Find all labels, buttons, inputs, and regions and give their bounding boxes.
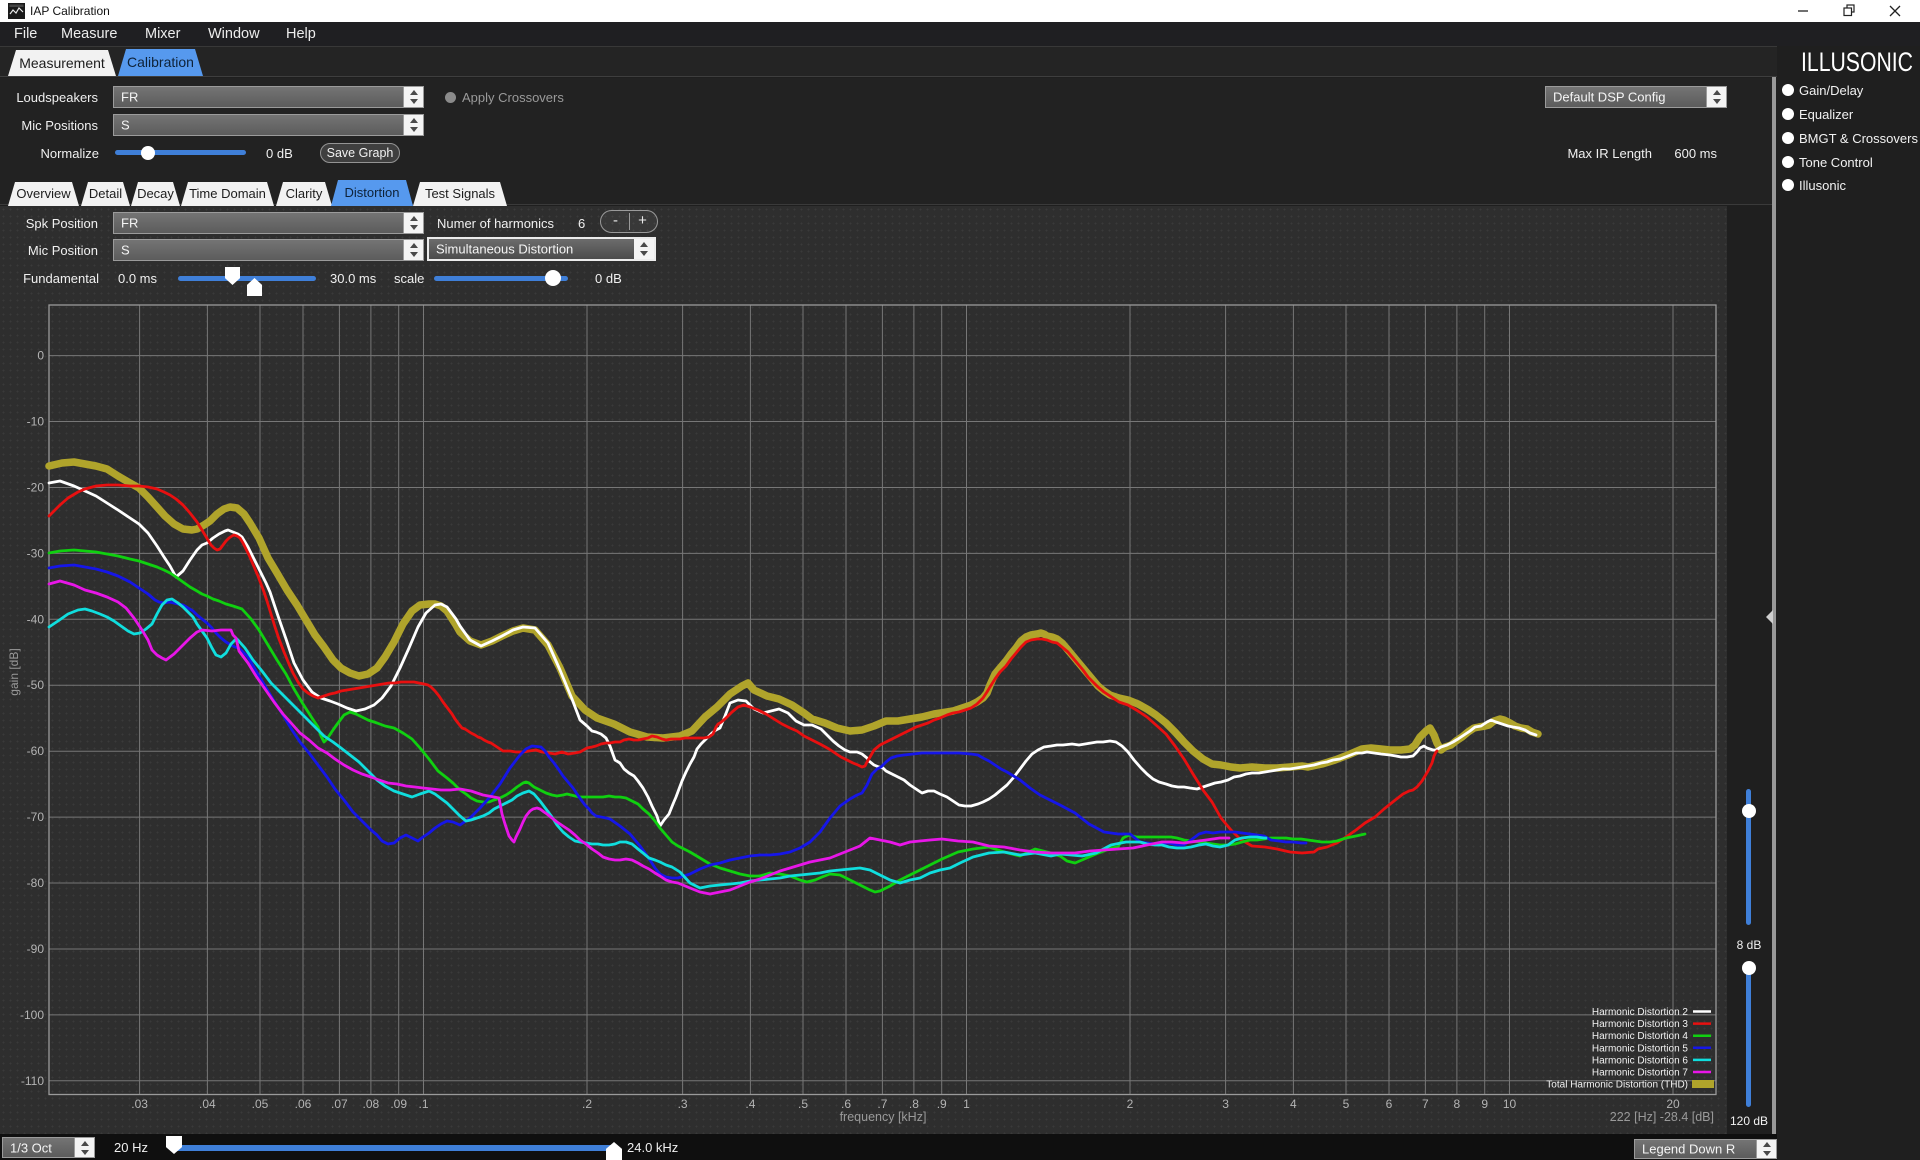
svg-text:Harmonic Distortion 7: Harmonic Distortion 7 (1592, 1068, 1689, 1079)
svg-text:-80: -80 (27, 876, 45, 890)
svg-text:8: 8 (1454, 1097, 1461, 1111)
svg-text:ILLUSONIC: ILLUSONIC (1801, 47, 1913, 76)
svg-text:20: 20 (1666, 1097, 1680, 1111)
svg-text:.06: .06 (295, 1097, 312, 1111)
svg-text:2: 2 (1127, 1097, 1134, 1111)
svg-text:frequency [kHz]: frequency [kHz] (840, 1110, 927, 1124)
svg-text:.2: .2 (582, 1097, 592, 1111)
svg-text:.07: .07 (331, 1097, 348, 1111)
svg-text:-70: -70 (27, 810, 45, 824)
svg-text:-60: -60 (27, 744, 45, 758)
svg-text:-30: -30 (27, 546, 45, 560)
svg-text:.03: .03 (131, 1097, 148, 1111)
svg-text:-20: -20 (27, 481, 45, 495)
svg-text:-40: -40 (27, 612, 45, 626)
svg-text:4: 4 (1290, 1097, 1297, 1111)
svg-text:.6: .6 (841, 1097, 851, 1111)
svg-text:-100: -100 (20, 1008, 44, 1022)
svg-text:.04: .04 (199, 1097, 216, 1111)
svg-text:Harmonic Distortion 3: Harmonic Distortion 3 (1592, 1019, 1689, 1030)
svg-text:-50: -50 (27, 678, 45, 692)
svg-text:5: 5 (1343, 1097, 1350, 1111)
svg-text:.05: .05 (252, 1097, 269, 1111)
svg-text:222 [Hz] -28.4 [dB]: 222 [Hz] -28.4 [dB] (1610, 1110, 1714, 1124)
svg-text:0: 0 (37, 349, 44, 363)
svg-text:6: 6 (1386, 1097, 1393, 1111)
svg-text:.09: .09 (390, 1097, 407, 1111)
svg-text:.7: .7 (877, 1097, 887, 1111)
svg-text:.1: .1 (418, 1097, 428, 1111)
svg-text:7: 7 (1422, 1097, 1429, 1111)
svg-text:-90: -90 (27, 942, 45, 956)
svg-text:9: 9 (1481, 1097, 1488, 1111)
svg-text:10: 10 (1503, 1097, 1517, 1111)
svg-text:.8: .8 (909, 1097, 919, 1111)
svg-text:.9: .9 (937, 1097, 947, 1111)
svg-text:1: 1 (963, 1097, 970, 1111)
svg-text:Harmonic Distortion 4: Harmonic Distortion 4 (1592, 1031, 1689, 1042)
svg-text:Harmonic Distortion 2: Harmonic Distortion 2 (1592, 1007, 1689, 1018)
svg-text:.5: .5 (798, 1097, 808, 1111)
svg-text:3: 3 (1222, 1097, 1229, 1111)
svg-text:Total Harmonic Distortion (THD: Total Harmonic Distortion (THD) (1546, 1080, 1688, 1091)
svg-text:Harmonic Distortion 5: Harmonic Distortion 5 (1592, 1043, 1689, 1054)
svg-text:-10: -10 (27, 415, 45, 429)
svg-text:.4: .4 (745, 1097, 755, 1111)
svg-text:Harmonic Distortion 6: Harmonic Distortion 6 (1592, 1055, 1689, 1066)
svg-text:gain [dB]: gain [dB] (7, 648, 21, 695)
svg-text:.08: .08 (363, 1097, 380, 1111)
svg-text:-110: -110 (21, 1074, 44, 1088)
svg-text:.3: .3 (678, 1097, 688, 1111)
